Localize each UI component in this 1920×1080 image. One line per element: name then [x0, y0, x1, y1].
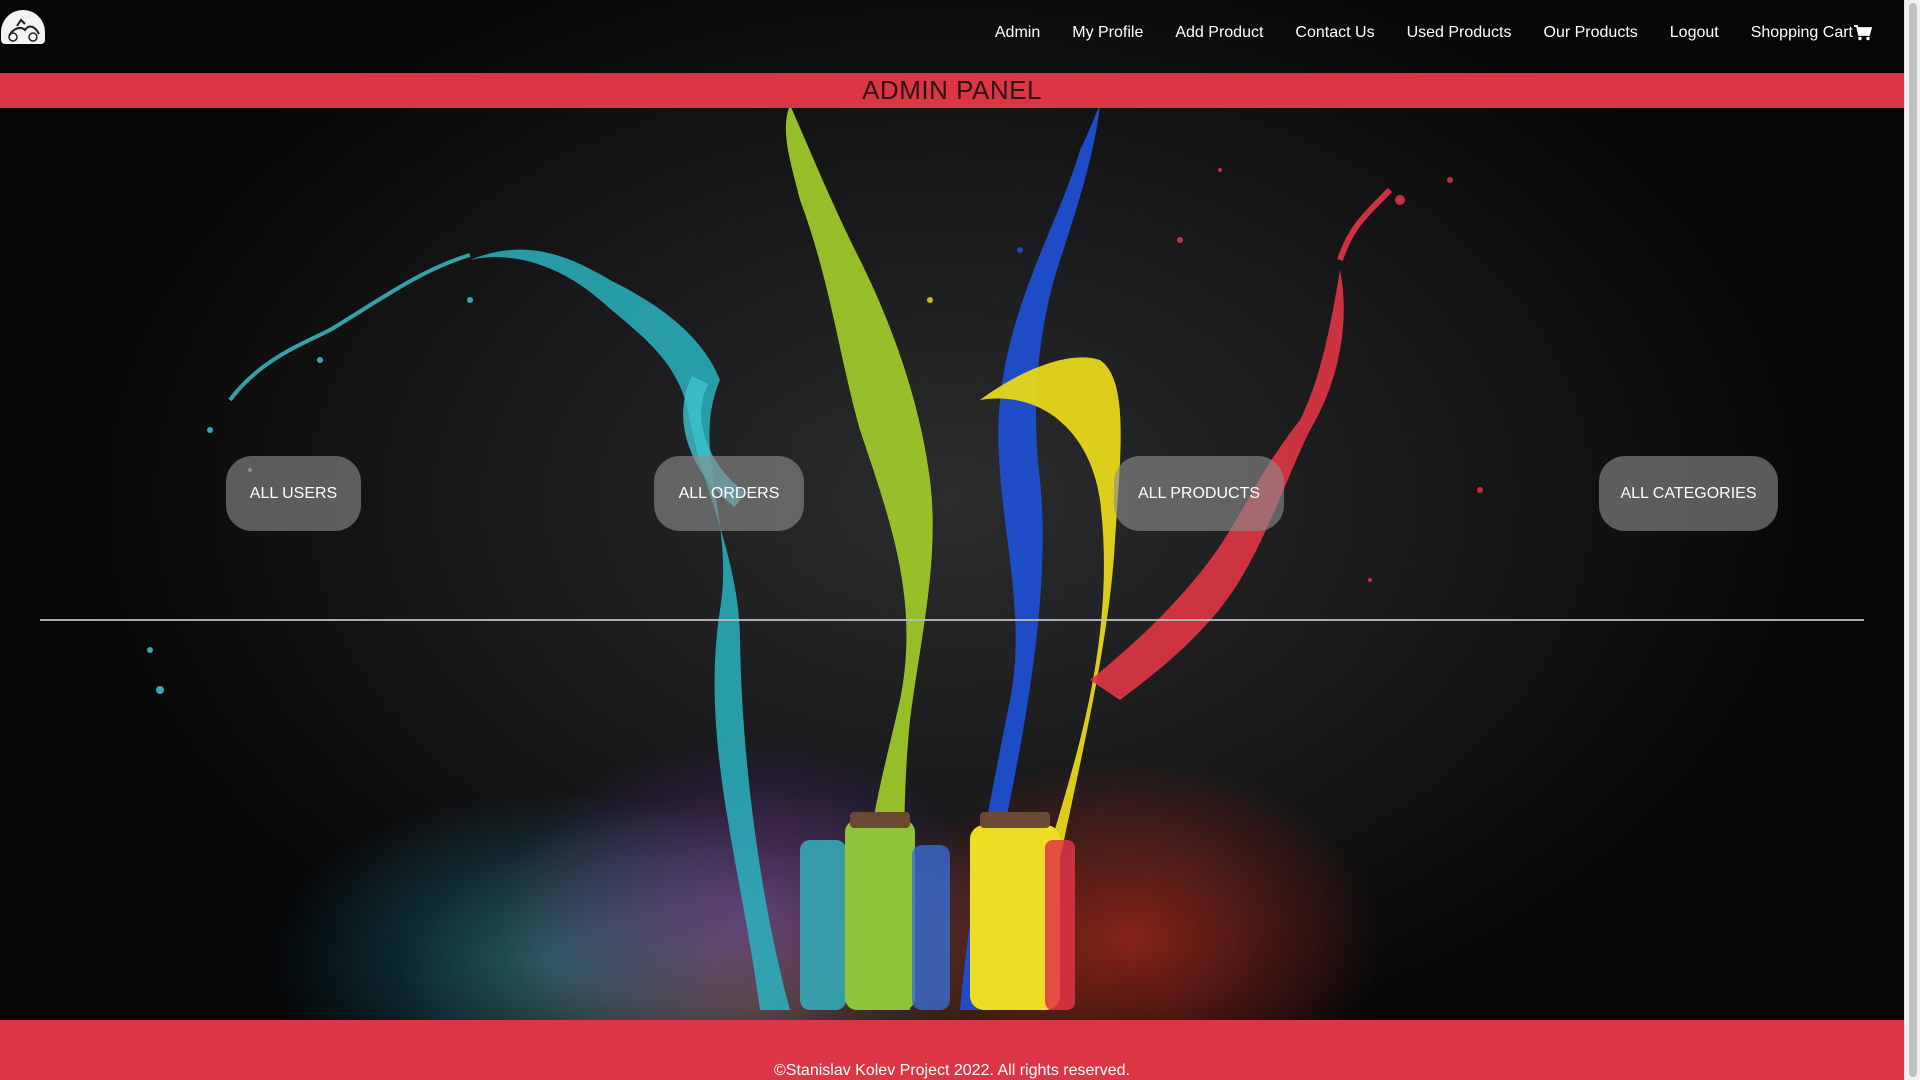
- nav-link-shopping-cart[interactable]: Shopping Cart: [1751, 24, 1872, 42]
- all-products-button[interactable]: ALL PRODUCTS: [1114, 456, 1284, 531]
- nav-link-label: Shopping Cart: [1750, 24, 1853, 41]
- nav-links: Admin My Profile Add Product Contact Us …: [995, 24, 1872, 42]
- shopping-cart-icon: [1854, 25, 1872, 41]
- all-categories-button[interactable]: ALL CATEGORIES: [1599, 456, 1778, 531]
- page-title-bar: ADMIN PANEL: [0, 73, 1904, 108]
- all-orders-button[interactable]: ALL ORDERS: [654, 456, 804, 531]
- nav-link-label: Our Products: [1543, 24, 1638, 41]
- nav-link-label: Logout: [1669, 24, 1719, 41]
- all-users-button[interactable]: ALL USERS: [226, 456, 361, 531]
- paint-splash-background-image: [147, 105, 1483, 1011]
- nav-link-contact-us[interactable]: Contact Us: [1295, 24, 1374, 42]
- navbar: Admin My Profile Add Product Contact Us …: [0, 0, 1904, 72]
- nav-link-used-products[interactable]: Used Products: [1407, 24, 1512, 42]
- nav-link-my-profile[interactable]: My Profile: [1072, 24, 1143, 42]
- footer-copyright: ©Stanislav Kolev Project 2022. All right…: [774, 1062, 1130, 1079]
- nav-link-add-product[interactable]: Add Product: [1175, 24, 1263, 42]
- divider: [40, 619, 1864, 621]
- page-title: ADMIN PANEL: [862, 75, 1042, 105]
- nav-link-admin[interactable]: Admin: [995, 24, 1040, 42]
- nav-link-label: Add Product: [1175, 24, 1264, 41]
- nav-link-label: Admin: [994, 24, 1041, 41]
- nav-link-logout[interactable]: Logout: [1670, 24, 1719, 42]
- footer: ©Stanislav Kolev Project 2022. All right…: [0, 1020, 1904, 1080]
- page-scrollbar[interactable]: [1904, 0, 1920, 1080]
- nav-link-label: Used Products: [1406, 24, 1512, 41]
- nav-link-label: My Profile: [1072, 24, 1144, 41]
- scrollbar-thumb[interactable]: [1909, 3, 1917, 1077]
- page-background: Admin My Profile Add Product Contact Us …: [0, 0, 1904, 1080]
- rider-logo-icon[interactable]: [1, 10, 45, 44]
- nav-link-our-products[interactable]: Our Products: [1544, 24, 1638, 42]
- nav-link-label: Contact Us: [1295, 24, 1375, 41]
